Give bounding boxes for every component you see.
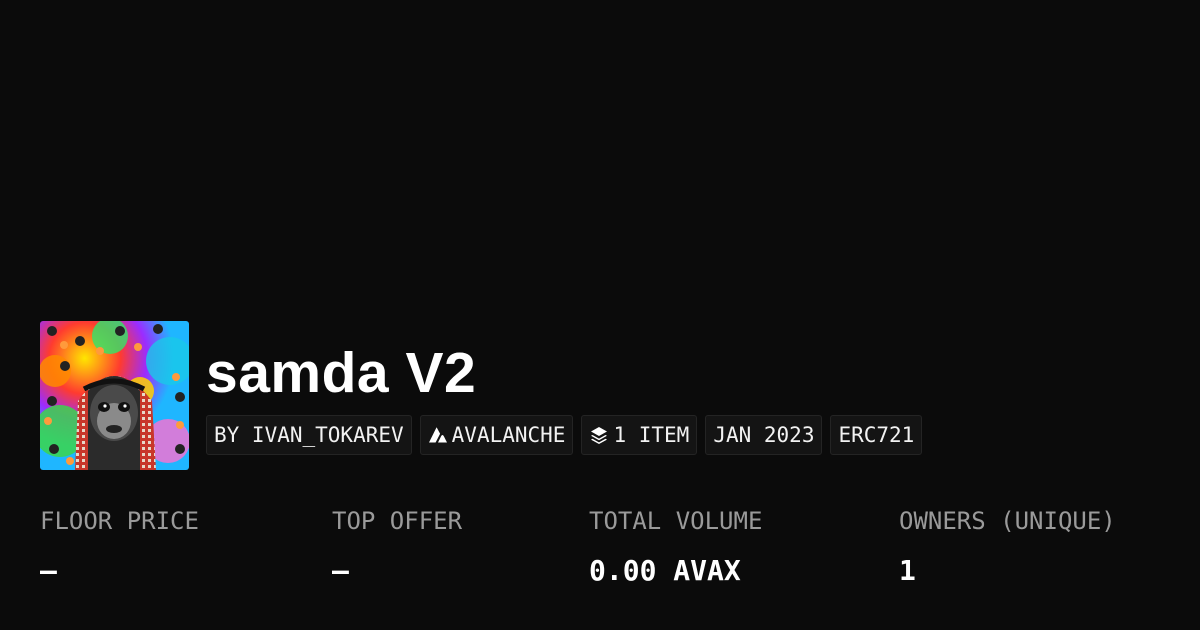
creator-label: BY IVAN_TOKAREV	[214, 423, 404, 447]
date-tag[interactable]: JAN 2023	[705, 415, 823, 455]
top-offer-stat: TOP OFFER —	[332, 503, 462, 589]
owners-label: OWNERS (UNIQUE)	[899, 507, 1116, 535]
chain-tag[interactable]: AVALANCHE	[419, 415, 574, 455]
layers-icon	[589, 425, 609, 445]
collection-title: samda V2	[206, 341, 477, 405]
total-volume-value: 0.00 AVAX	[589, 554, 741, 587]
collection-stats: FLOOR PRICE — TOP OFFER — TOTAL VOLUME 0…	[40, 503, 1180, 603]
top-offer-value: —	[332, 554, 349, 587]
gorilla-avatar-icon	[40, 321, 189, 470]
owners-stat: OWNERS (UNIQUE) 1	[899, 503, 1116, 589]
chain-label: AVALANCHE	[451, 423, 566, 447]
top-offer-label: TOP OFFER	[332, 507, 463, 535]
creator-tag[interactable]: BY IVAN_TOKAREV	[206, 415, 412, 455]
collection-card: samda V2 BY IVAN_TOKAREV AVALANCHE 1 ITE…	[0, 0, 1200, 630]
total-volume-label: TOTAL VOLUME	[589, 507, 763, 535]
items-label: 1 ITEM	[613, 423, 690, 447]
owners-value: 1	[899, 554, 916, 587]
floor-price-stat: FLOOR PRICE —	[40, 503, 199, 589]
items-tag[interactable]: 1 ITEM	[581, 415, 698, 455]
avalanche-icon	[428, 425, 448, 445]
collection-tags: BY IVAN_TOKAREV AVALANCHE 1 ITEM JAN 202…	[206, 415, 923, 455]
standard-label: ERC721	[838, 423, 915, 447]
date-label: JAN 2023	[713, 423, 815, 447]
standard-tag[interactable]: ERC721	[830, 415, 923, 455]
floor-price-label: FLOOR PRICE	[40, 507, 199, 535]
total-volume-stat: TOTAL VOLUME 0.00 AVAX	[589, 503, 762, 589]
collection-avatar[interactable]	[40, 321, 189, 470]
floor-price-value: —	[40, 554, 57, 587]
